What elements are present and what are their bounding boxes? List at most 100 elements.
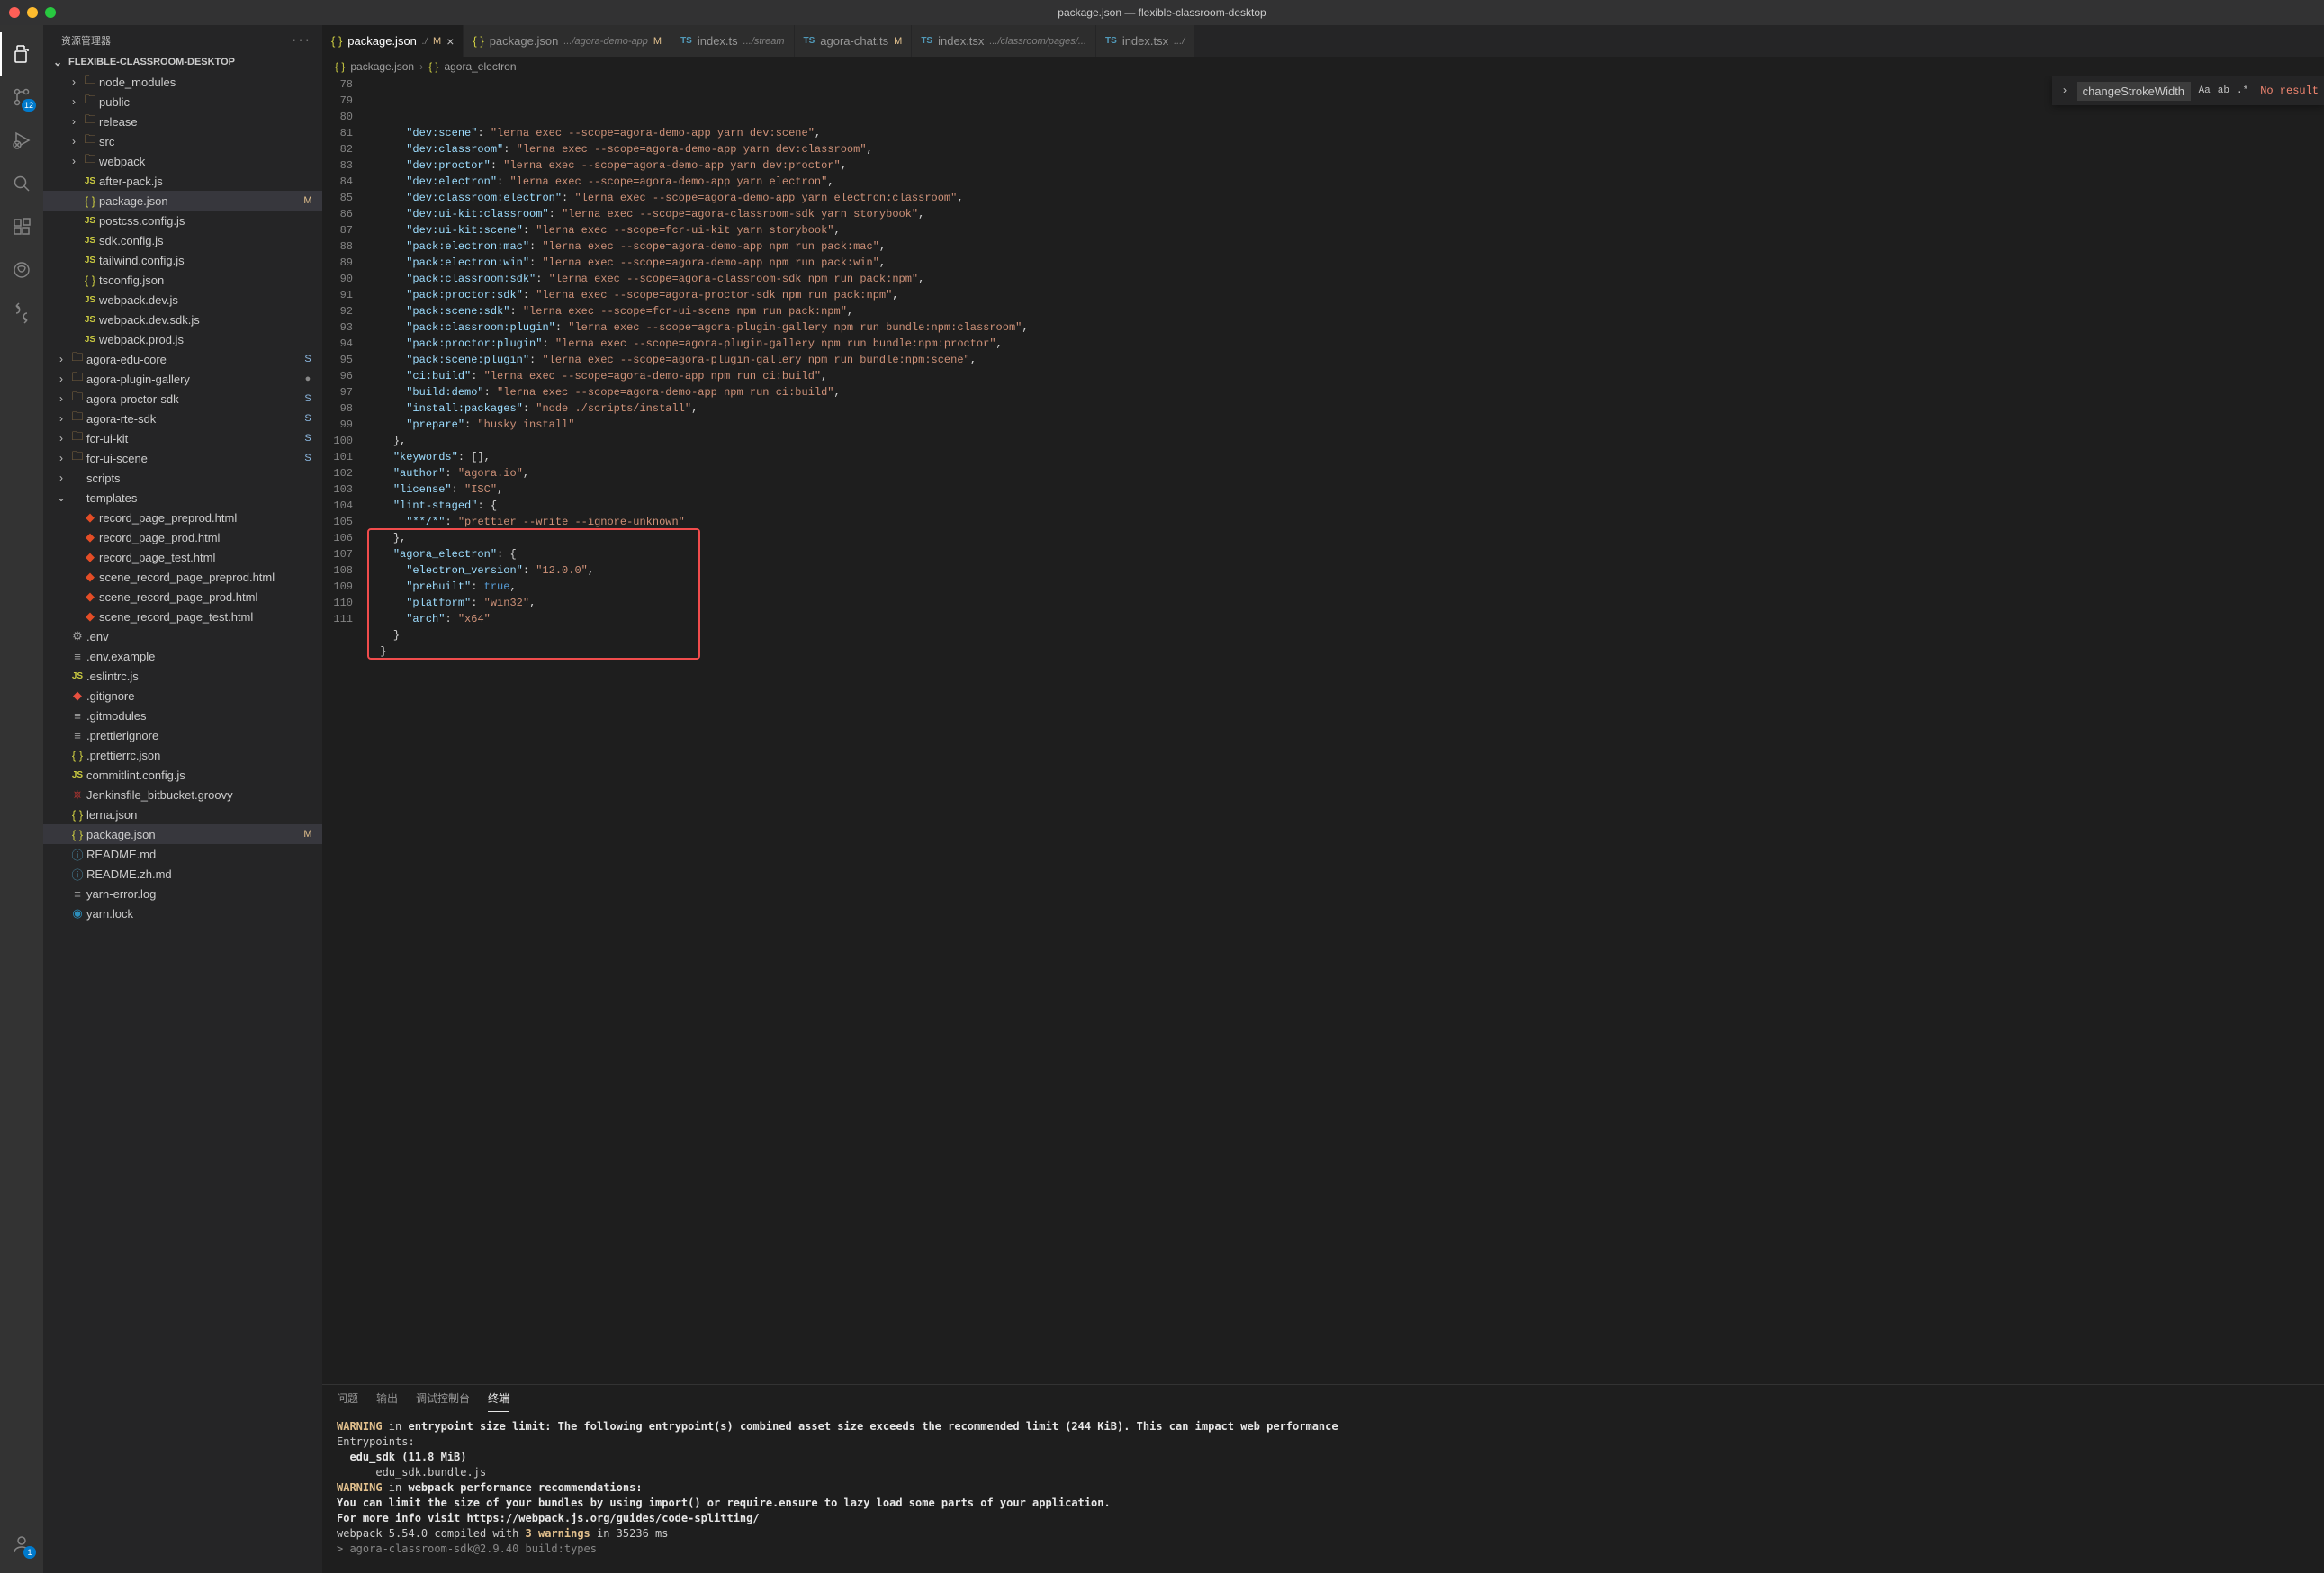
file-tree-item[interactable]: { }package.jsonM — [43, 191, 322, 211]
panel-tab[interactable]: 调试控制台 — [416, 1390, 470, 1412]
editor-tab[interactable]: TSindex.ts.../stream — [671, 25, 794, 57]
explorer-tab-icon[interactable] — [0, 32, 43, 76]
panel-tab[interactable]: 终端 — [488, 1390, 509, 1412]
file-tree-item[interactable]: ◆record_page_prod.html — [43, 527, 322, 547]
file-icon: JS — [81, 216, 99, 226]
file-tree-item[interactable]: ⎈Jenkinsfile_bitbucket.groovy — [43, 785, 322, 804]
file-tree-item[interactable]: ›🗀public — [43, 92, 322, 112]
file-tree-item[interactable]: ⌄templates — [43, 488, 322, 508]
file-tree-item[interactable]: ≡.env.example — [43, 646, 322, 666]
editor-tab[interactable]: TSindex.tsx.../ — [1096, 25, 1194, 57]
scm-tab-icon[interactable]: 12 — [0, 76, 43, 119]
editor-tab[interactable]: { }package.json.../agora-demo-appM — [464, 25, 671, 57]
chevron-icon: › — [54, 373, 68, 385]
editor-tab[interactable]: TSindex.tsx.../classroom/pages/... — [912, 25, 1096, 57]
file-tree-item[interactable]: ≡.prettierignore — [43, 725, 322, 745]
file-tree-item[interactable]: JSafter-pack.js — [43, 171, 322, 191]
file-icon: 🗀 — [81, 151, 99, 171]
panel-tab[interactable]: 问题 — [337, 1390, 358, 1412]
file-tree-item[interactable]: { }package.jsonM — [43, 824, 322, 844]
file-tree-item[interactable]: › scripts — [43, 468, 322, 488]
extensions-tab-icon[interactable] — [0, 205, 43, 248]
search-tab-icon[interactable] — [0, 162, 43, 205]
terminal-output[interactable]: WARNING in entrypoint size limit: The fo… — [322, 1412, 2324, 1573]
file-tree-item[interactable]: ›🗀webpack — [43, 151, 322, 171]
file-tree-item[interactable]: JStailwind.config.js — [43, 250, 322, 270]
file-tree-item[interactable]: ›🗀agora-proctor-sdkS — [43, 389, 322, 409]
file-name: package.json — [99, 194, 301, 208]
chevron-icon: › — [54, 353, 68, 365]
file-tree-item[interactable]: JS.eslintrc.js — [43, 666, 322, 686]
file-tree-item[interactable]: ◆.gitignore — [43, 686, 322, 706]
file-name: README.zh.md — [86, 867, 301, 881]
file-tree-item[interactable]: ≡.gitmodules — [43, 706, 322, 725]
file-icon: { } — [81, 274, 99, 287]
file-tree-item[interactable]: JSwebpack.dev.sdk.js — [43, 310, 322, 329]
file-name: public — [99, 95, 301, 109]
file-tree-item[interactable]: ›🗀release — [43, 112, 322, 131]
file-name: agora-rte-sdk — [86, 412, 301, 426]
file-name: src — [99, 135, 301, 148]
file-tree-item[interactable]: ◆record_page_test.html — [43, 547, 322, 567]
account-tab-icon[interactable]: 1 — [0, 1523, 43, 1566]
tab-label: agora-chat.ts — [820, 34, 888, 48]
file-icon: { } — [473, 34, 483, 48]
file-tree-item[interactable]: { }tsconfig.json — [43, 270, 322, 290]
breadcrumb-symbol: agora_electron — [444, 60, 516, 73]
file-tree-item[interactable]: ›🗀node_modules — [43, 72, 322, 92]
file-tree-item[interactable]: { }lerna.json — [43, 804, 322, 824]
file-tree-item[interactable]: ◆scene_record_page_test.html — [43, 607, 322, 626]
file-tree-item[interactable]: ◉yarn.lock — [43, 903, 322, 923]
file-tree-item[interactable]: ⚙.env — [43, 626, 322, 646]
file-tree-item[interactable]: ⓘREADME.zh.md — [43, 864, 322, 884]
tab-label: index.tsx — [938, 34, 984, 48]
editor-area[interactable]: › Aa ab .* No result 7879808182838485868… — [322, 76, 2324, 1384]
file-tree-item[interactable]: ≡yarn-error.log — [43, 884, 322, 903]
file-tree-item[interactable]: ◆scene_record_page_prod.html — [43, 587, 322, 607]
file-name: sdk.config.js — [99, 234, 301, 247]
json-icon: { } — [428, 60, 438, 73]
json-icon: { } — [335, 60, 345, 73]
file-tree-item[interactable]: JSwebpack.prod.js — [43, 329, 322, 349]
file-tree-item[interactable]: JScommitlint.config.js — [43, 765, 322, 785]
file-tree-item[interactable]: ◆record_page_preprod.html — [43, 508, 322, 527]
file-tree-item[interactable]: JSwebpack.dev.js — [43, 290, 322, 310]
file-tree-item[interactable]: ›🗀agora-edu-coreS — [43, 349, 322, 369]
workspace-folder-title[interactable]: ⌄ FLEXIBLE-CLASSROOM-DESKTOP — [43, 52, 322, 72]
explorer-more-icon[interactable]: ··· — [292, 32, 311, 49]
code-content[interactable]: "dev:scene": "lerna exec --scope=agora-d… — [367, 76, 2324, 1384]
panel-tab[interactable]: 输出 — [376, 1390, 398, 1412]
file-icon: ⎈ — [68, 787, 86, 802]
file-name: yarn.lock — [86, 907, 301, 921]
file-name: agora-edu-core — [86, 353, 301, 366]
file-tree-item[interactable]: ›🗀src — [43, 131, 322, 151]
editor-tab[interactable]: { }package.json./M× — [322, 25, 464, 57]
remote-tab-icon[interactable] — [0, 292, 43, 335]
file-name: webpack.dev.js — [99, 293, 301, 307]
copilot-tab-icon[interactable] — [0, 248, 43, 292]
file-icon: JS — [81, 236, 99, 246]
breadcrumbs[interactable]: { } package.json › { } agora_electron — [322, 57, 2324, 76]
file-name: scripts — [86, 472, 301, 485]
file-icon: ⚙ — [68, 629, 86, 643]
file-tree-item[interactable]: ›🗀agora-rte-sdkS — [43, 409, 322, 428]
minimize-window-icon[interactable] — [27, 7, 38, 18]
file-tree-item[interactable]: ›🗀fcr-ui-sceneS — [43, 448, 322, 468]
chevron-icon: › — [54, 472, 68, 484]
file-tree-item[interactable]: ›🗀fcr-ui-kitS — [43, 428, 322, 448]
file-icon: JS — [81, 335, 99, 345]
close-window-icon[interactable] — [9, 7, 20, 18]
file-tree-item[interactable]: JSpostcss.config.js — [43, 211, 322, 230]
run-debug-tab-icon[interactable] — [0, 119, 43, 162]
close-icon[interactable]: × — [446, 34, 454, 49]
file-tree-item[interactable]: ⓘREADME.md — [43, 844, 322, 864]
file-tree-item[interactable]: { }.prettierrc.json — [43, 745, 322, 765]
editor-tab[interactable]: TSagora-chat.tsM — [795, 25, 913, 57]
chevron-icon: ⌄ — [54, 491, 68, 504]
maximize-window-icon[interactable] — [45, 7, 56, 18]
file-tree-item[interactable]: JSsdk.config.js — [43, 230, 322, 250]
file-icon: 🗀 — [81, 72, 99, 92]
file-tree[interactable]: ›🗀node_modules›🗀public›🗀release›🗀src›🗀we… — [43, 72, 322, 1573]
file-tree-item[interactable]: ◆scene_record_page_preprod.html — [43, 567, 322, 587]
file-tree-item[interactable]: ›🗀agora-plugin-gallery● — [43, 369, 322, 389]
